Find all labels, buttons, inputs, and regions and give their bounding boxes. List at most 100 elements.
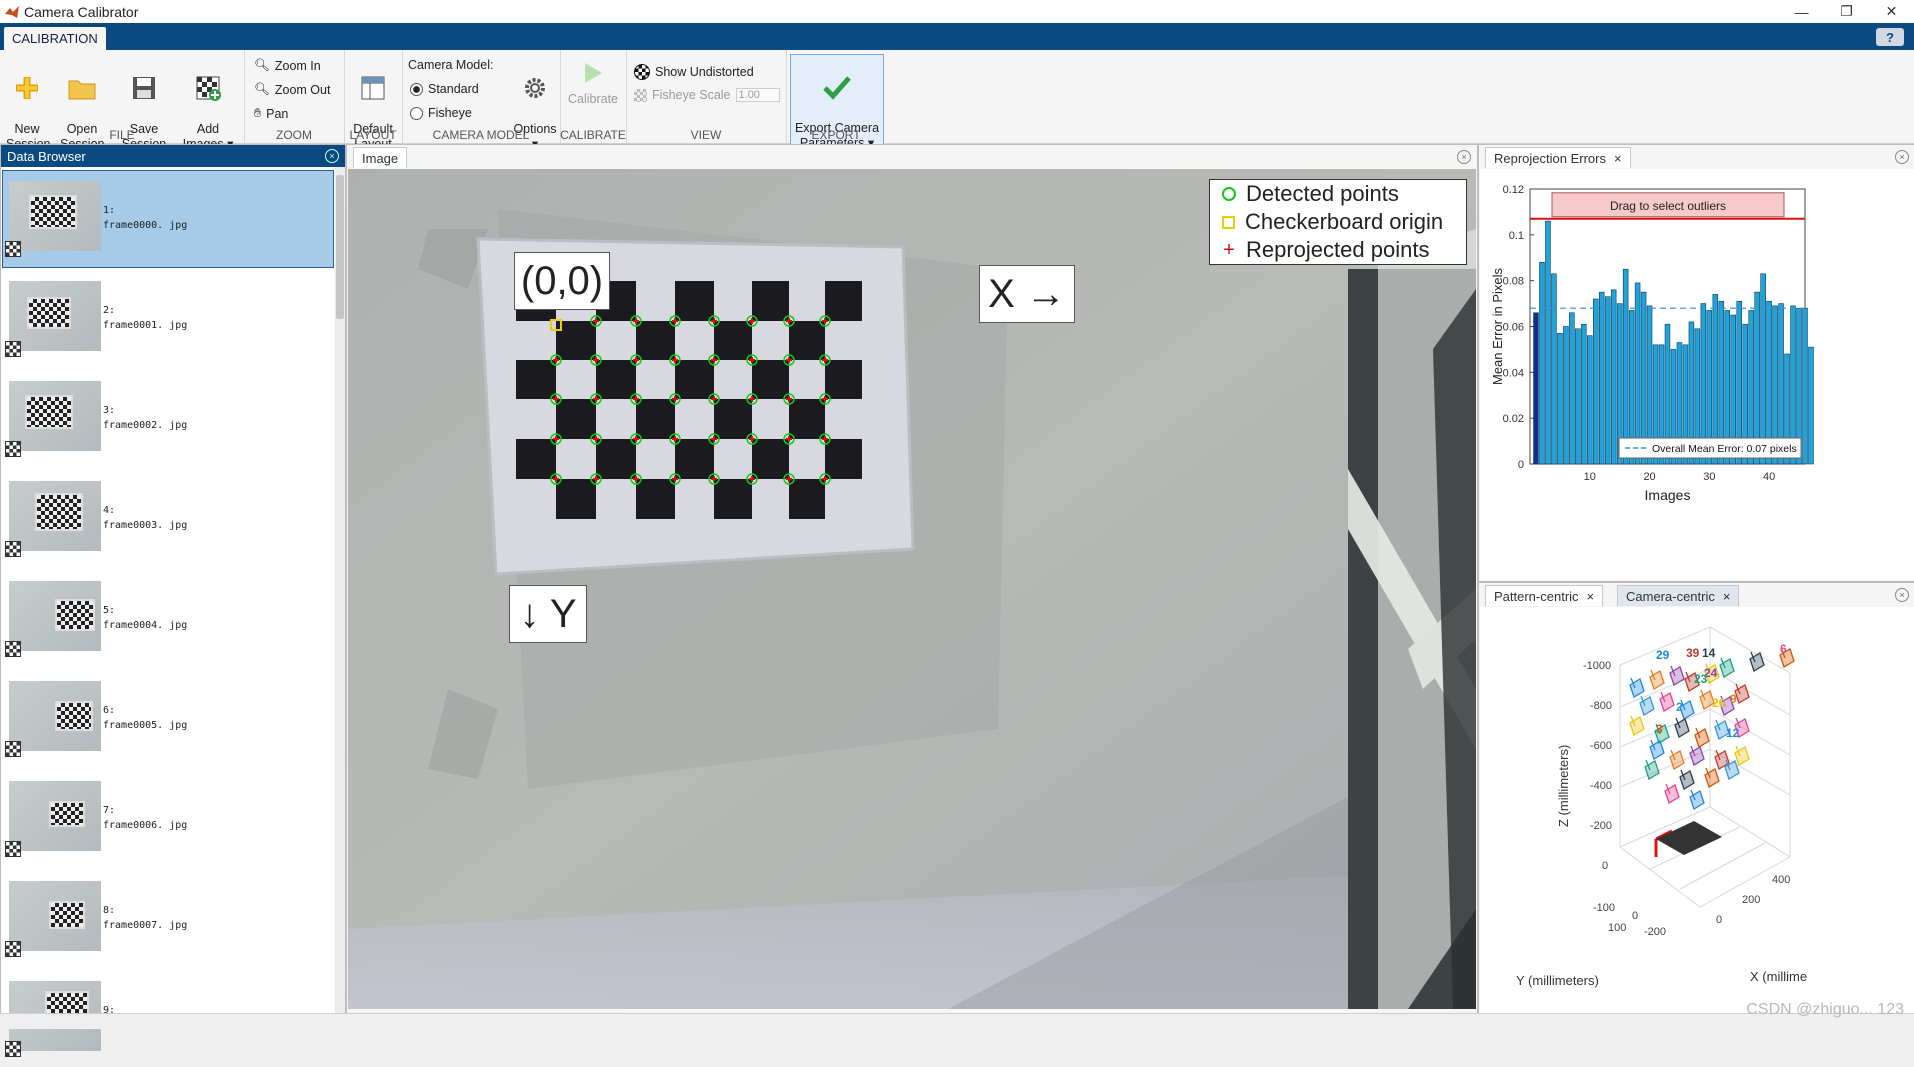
camera-pose: [1694, 727, 1710, 748]
fisheye-radio[interactable]: Fisheye: [410, 106, 472, 120]
error-bar: [1563, 326, 1569, 465]
restore-button[interactable]: ❐: [1824, 0, 1869, 23]
help-button[interactable]: ?: [1876, 28, 1904, 46]
tab-camera-centric[interactable]: Camera-centric ×: [1617, 585, 1740, 606]
frame-thumbnail: [9, 381, 101, 451]
data-browser-item[interactable]: 7: frame0006. jpg: [3, 771, 333, 867]
checkerboard-square: [516, 439, 556, 479]
camera-view-label: 3: [1656, 722, 1663, 736]
frame-filename: frame0001. jpg: [103, 320, 188, 331]
frame-thumbnail: [9, 781, 101, 851]
y-tick-label: 0.02: [1503, 413, 1524, 425]
calibration-image[interactable]: (0,0) X → ↓ Y Detected points Checkerboa…: [348, 169, 1476, 1009]
frame-filename: frame0000. jpg: [103, 220, 188, 231]
frame-filename: frame0006. jpg: [103, 820, 188, 831]
extrinsics-panel-close-icon[interactable]: ×: [1895, 588, 1909, 602]
tab-close-icon[interactable]: ×: [1614, 151, 1622, 166]
y-tick-label: 0.06: [1503, 322, 1524, 334]
tab-pattern-centric[interactable]: Pattern-centric ×: [1485, 585, 1604, 606]
tab-close-icon[interactable]: ×: [1723, 589, 1731, 604]
error-bar: [1539, 262, 1545, 465]
toolstrip-tabs: CALIBRATION ?: [0, 23, 1914, 50]
zoom-in-button[interactable]: 🔍︎ Zoom In: [254, 58, 321, 73]
reprojection-panel-close-icon[interactable]: ×: [1895, 150, 1909, 164]
fisheye-scale-input[interactable]: 1.00: [735, 88, 780, 102]
y-tick: -200: [1644, 926, 1666, 938]
frame-thumbnail: [9, 181, 101, 251]
tab-close-icon[interactable]: ×: [1587, 589, 1595, 604]
fisheye-scale-control[interactable]: Fisheye Scale 1.00: [634, 88, 780, 102]
data-browser-item[interactable]: 4: frame0003. jpg: [3, 471, 333, 567]
camera-pose: [1669, 749, 1685, 770]
frame-index: 7:: [103, 805, 116, 816]
error-bar: [1575, 328, 1581, 465]
error-bar: [1604, 296, 1611, 465]
frame-thumbnail: [9, 281, 101, 351]
data-browser-item[interactable]: 1: frame0000. jpg: [2, 170, 334, 268]
data-browser-item[interactable]: 6: frame0005. jpg: [3, 671, 333, 767]
drag-outliers-label: Drag to select outliers: [1610, 199, 1726, 213]
frame-thumbnail: [9, 481, 101, 551]
checkerboard-square: [556, 479, 596, 519]
calibrate-group: Calibrate CALIBRATE: [560, 50, 627, 143]
camera-view-label: 26: [1712, 696, 1726, 710]
camera-view-label: 14: [1702, 646, 1716, 660]
camera-view-label: 39: [1686, 646, 1700, 660]
hand-icon: ✋︎: [254, 106, 262, 120]
layout-group-title: LAYOUT: [349, 128, 397, 142]
x-tick: 400: [1772, 874, 1790, 886]
checkerboard-square: [825, 439, 862, 479]
standard-radio[interactable]: Standard: [410, 82, 479, 96]
x-tick-label: 30: [1703, 471, 1715, 483]
data-browser-scroll-thumb[interactable]: [336, 175, 344, 319]
data-browser-item[interactable]: 8: frame0007. jpg: [3, 871, 333, 967]
reprojection-error-chart[interactable]: 0 0.02 0.04 0.06 0.08 0.1 0.12 10 20 30 40 Drag to …: [1480, 169, 1914, 580]
calibrate-button[interactable]: Calibrate: [566, 58, 620, 107]
frame-filename: frame0007. jpg: [103, 920, 188, 931]
frame-thumbnail: [9, 581, 101, 651]
camera-pose: [1669, 665, 1685, 686]
data-browser-item[interactable]: 5: frame0004. jpg: [3, 571, 333, 667]
checkerboard-square: [596, 360, 636, 399]
checkerboard-square: [789, 399, 825, 439]
camera-view-label: 12: [1726, 726, 1740, 740]
x-axis-title: Images: [1645, 487, 1691, 503]
y-axis-title: Mean Error in Pixels: [1490, 267, 1505, 385]
image-legend: Detected points Checkerboard origin + Rep…: [1209, 179, 1467, 265]
y-axis-label: ↓ Y: [509, 585, 587, 643]
minimize-button[interactable]: —: [1779, 0, 1824, 23]
camera-view-label: 29: [1656, 648, 1670, 662]
zoom-out-button[interactable]: 🔍︎ Zoom Out: [254, 82, 330, 97]
error-bar: [1610, 289, 1617, 465]
checkerboard-square: [714, 321, 752, 360]
checkerboard-status-icon: [5, 541, 21, 557]
tab-calibration[interactable]: CALIBRATION: [4, 27, 106, 50]
reprojection-errors-panel: Reprojection Errors × × 0 0.02 0.04 0.06 0.08…: [1478, 144, 1914, 582]
show-undistorted-button[interactable]: Show Undistorted: [634, 64, 754, 80]
frame-thumbnail: [9, 681, 101, 751]
image-panel-close-icon[interactable]: ×: [1457, 150, 1471, 164]
checkerboard-status-icon: [5, 241, 21, 257]
camera-model-group: Camera Model: Standard Fisheye Options ▾…: [402, 50, 561, 151]
y-axis-label-3d: Y (millimeters): [1516, 973, 1599, 988]
error-bar: [1802, 307, 1808, 465]
checkerboard-square: [516, 360, 556, 399]
layout-icon: [361, 76, 385, 100]
data-browser-item[interactable]: 2: frame0001. jpg: [3, 271, 333, 367]
tab-reprojection-errors[interactable]: Reprojection Errors ×: [1485, 147, 1631, 168]
checkerboard-status-icon: [5, 841, 21, 857]
checkerboard-status-icon: [5, 341, 21, 357]
close-window-button[interactable]: ✕: [1869, 0, 1914, 23]
checkerboard-square: [752, 439, 789, 479]
tab-image[interactable]: Image: [353, 147, 408, 168]
checkerboard-square: [636, 479, 675, 519]
pan-button[interactable]: ✋︎ Pan: [254, 106, 288, 121]
camera-view-label: 23: [1694, 672, 1708, 686]
extrinsics-3d-plot[interactable]: -1000 -800 -600 -400 -200 0 -100 0 100 -…: [1480, 607, 1914, 1014]
data-browser-item[interactable]: 3: frame0002. jpg: [3, 371, 333, 467]
checkerboard-square: [636, 321, 675, 360]
z-tick: -400: [1590, 780, 1612, 792]
data-browser-close-icon[interactable]: ×: [325, 149, 339, 163]
frame-index: 6:: [103, 705, 116, 716]
extrinsics-panel: Pattern-centric × Camera-centric × × -1000…: [1478, 582, 1914, 1016]
